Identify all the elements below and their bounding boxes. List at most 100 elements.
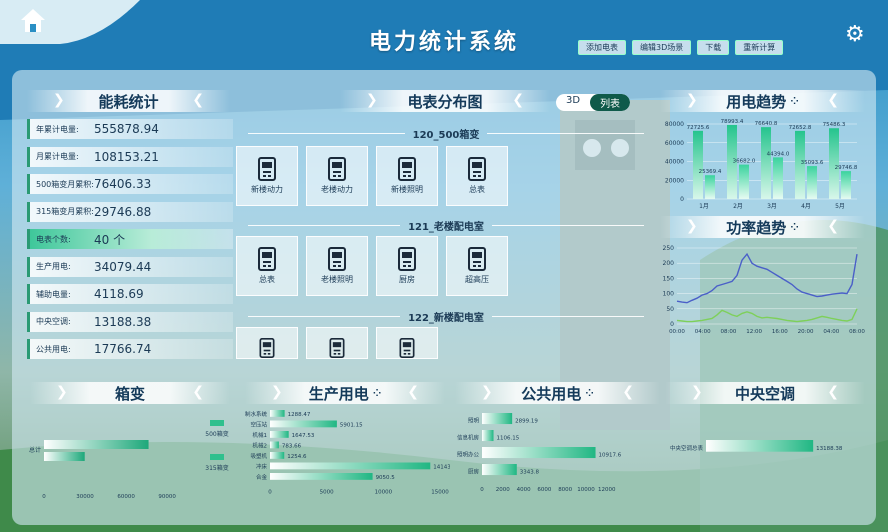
bar [482,464,517,476]
recalculate-button[interactable]: 重新计算 [735,40,784,55]
bar [482,447,596,459]
x-tick-label: 30000 [76,494,94,500]
category-label: 机械2 [253,441,268,449]
view-tabs: 3D 列表 [556,94,631,111]
legend-swatch [210,420,224,426]
box-transformer-chart: 总计 500箱变 315箱变 0 30000 60000 90000 [29,420,229,500]
category-label: 机械1 [253,431,268,439]
bar [773,157,783,199]
meter-label: 新楼照明 [391,185,423,194]
meter-card[interactable]: 老楼动力 [306,146,368,206]
stat-label: 中央空调: [36,317,71,326]
x-tick-label: 4000 [517,487,531,493]
meter-card[interactable]: 总表 [236,236,298,296]
stat-row: 公共用电: 17766.74 [27,339,233,359]
bar [270,420,337,428]
electric-meter-icon [258,157,276,181]
stat-row: 电表个数: 40 个 [27,229,233,249]
data-label: 9050.5 [376,475,396,481]
meter-label: 老楼动力 [321,185,353,194]
y-tick-label: 40000 [665,159,684,166]
tab-3d[interactable]: 3D [556,94,590,111]
stat-row: 月累计电量: 108153.21 [27,146,233,167]
chevron-right-icon: ❯ [366,92,378,108]
stat-value: 34079.44 [94,259,152,274]
meter-label: 新楼动力 [251,185,283,194]
meter-card[interactable]: 新楼照明 [376,146,438,206]
stat-label: 月累计电量: [36,152,79,161]
electric-meter-icon [328,157,346,181]
data-label: 1647.53 [292,433,315,439]
category-label: 中央空调总表 [670,444,704,452]
stat-label: 电表个数: [36,234,71,244]
chevron-left-icon: ❮ [192,384,204,400]
x-tick-label: 90000 [158,494,176,500]
bar [270,431,289,438]
bar [482,413,513,425]
bar [829,128,839,199]
stat-label: 公共用电: [36,344,71,354]
bar [705,175,715,199]
download-button[interactable]: 下载 [697,40,730,55]
chevron-left-icon: ❮ [827,92,839,108]
meter-card[interactable]: 总表 [446,146,508,206]
chevron-right-icon: ❯ [691,384,703,400]
add-meter-button[interactable]: 添加电表 [578,40,626,55]
data-label: 10917.6 [599,452,622,458]
data-label: 1254.6 [287,454,307,460]
x-tick-label: 12000 [598,487,616,493]
box-panel-title: ❯ 箱变 ❮ [30,382,230,404]
bar [482,430,494,442]
electric-meter-icon [399,338,415,358]
data-label: 72652.8 [789,125,812,131]
tab-list[interactable]: 列表 [590,94,631,111]
data-label: 783.66 [282,443,302,449]
central-ac-chart: 中央空调总表 13188.38 [670,440,843,452]
data-label: 36682.0 [733,159,756,165]
legend-label: 315箱变 [205,464,228,472]
expand-icon[interactable]: ⁘ [790,96,798,107]
edit-3d-scene-button[interactable]: 编辑3D场景 [632,40,692,55]
bar [761,127,771,199]
meter-card[interactable]: 超高压 [446,236,508,296]
meter-card[interactable] [376,327,438,359]
stat-value: 29746.88 [94,204,152,219]
production-panel-title: ❯ 生产用电 ⁘ ❮ [245,382,445,404]
category-label: 制水系统 [245,410,268,418]
x-tick-label: 10000 [577,487,595,493]
x-tick-label: 4月 [801,203,811,210]
x-tick-label: 16:00 [772,329,788,335]
expand-icon[interactable]: ⁘ [790,222,798,233]
bar [270,462,431,470]
meter-label: 厨房 [399,275,415,284]
x-tick-label: 5000 [320,490,334,496]
data-label: 3343.8 [520,469,540,475]
x-tick-label: 0 [268,490,272,496]
meter-card[interactable] [306,327,368,359]
ac-panel-title: ❯ 中央空调 ❮ [665,382,865,404]
meter-card[interactable]: 新楼动力 [236,146,298,206]
x-tick-label: 08:00 [720,329,736,335]
chevron-right-icon: ❯ [686,92,698,108]
bar [270,452,285,459]
legend-swatch [210,454,224,460]
meter-card[interactable] [236,327,298,359]
x-tick-label: 6000 [537,487,551,493]
x-tick-label: 04:00 [823,329,839,335]
bar [807,166,817,199]
section-title: 120_500箱变 [240,126,652,141]
production-usage-chart: 制水系统 1288.47 空压站 5901.15 机械1 1647.53 机械2 783.66… [245,410,450,496]
stat-row: 315箱变月累积: 29746.88 [27,201,233,222]
section-title: 121_老楼配电室 [240,218,652,233]
stat-label: 生产用电: [36,262,71,271]
meter-card[interactable]: 老楼照明 [306,236,368,296]
x-tick-label: 10000 [375,490,393,496]
category-label: 照明办公 [457,450,480,458]
x-tick-label: 2000 [496,487,510,493]
expand-icon[interactable]: ⁘ [373,388,381,399]
expand-icon[interactable]: ⁘ [585,388,593,399]
x-tick-label: 08:00 [849,329,865,335]
stat-value: 108153.21 [94,149,159,164]
gear-icon[interactable]: ⚙ [845,22,865,47]
meter-card[interactable]: 厨房 [376,236,438,296]
